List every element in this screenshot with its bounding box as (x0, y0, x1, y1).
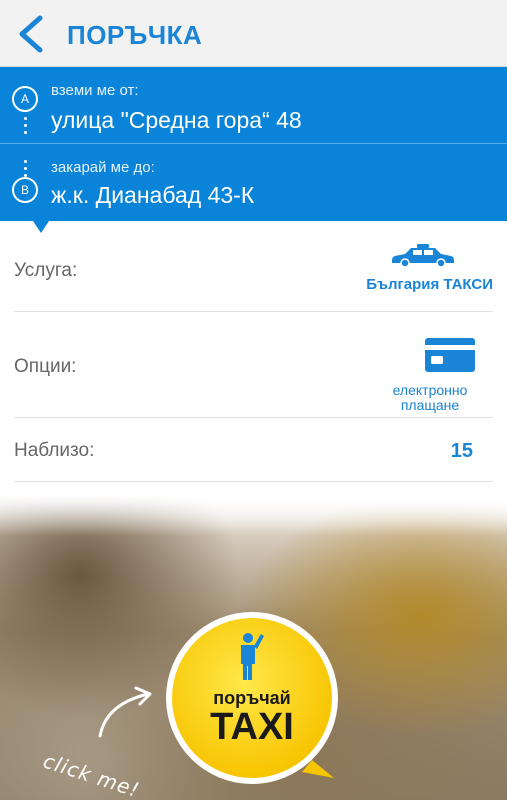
nearby-count: 15 (450, 440, 473, 462)
marker-b-icon: B (12, 177, 38, 203)
route-divider (0, 143, 507, 144)
order-taxi-button[interactable]: поръчай TAXI (162, 610, 342, 790)
payment-option-line1: електронно (392, 382, 468, 398)
service-label: Услуга: (14, 260, 78, 281)
route-panel: A вземи ме от: улица "Средна гора“ 48 B … (0, 67, 507, 221)
payment-option-line2: плащане (400, 397, 460, 413)
dropoff-label: закарай ме до: (51, 159, 155, 176)
curved-arrow-icon (98, 686, 152, 738)
service-value: България ТАКСИ (366, 276, 493, 293)
options-row[interactable]: Опции: електронно плащане (14, 312, 493, 418)
dropoff-address[interactable]: ж.к. Дианабад 43-К (51, 182, 254, 209)
route-dots (24, 117, 27, 138)
service-row[interactable]: Услуга: България ТАКСИ (14, 226, 493, 312)
options-label: Опции: (14, 356, 77, 377)
header-bar: ПОРЪЧКА (0, 0, 507, 67)
page-title: ПОРЪЧКА (67, 20, 203, 50)
person-hailing-icon (241, 633, 264, 680)
credit-card-icon (425, 338, 475, 372)
nearby-label: Наблизо: (14, 440, 95, 461)
taxi-car-icon (392, 244, 454, 268)
nearby-row: Наблизо: 15 (14, 418, 493, 482)
order-button-line2: TAXI (210, 706, 294, 748)
marker-a-icon: A (12, 86, 38, 112)
chevron-left-icon[interactable] (14, 14, 48, 54)
pickup-label: вземи ме от: (51, 82, 139, 99)
pickup-address[interactable]: улица "Средна гора“ 48 (51, 107, 302, 134)
photo-fade (0, 496, 507, 536)
